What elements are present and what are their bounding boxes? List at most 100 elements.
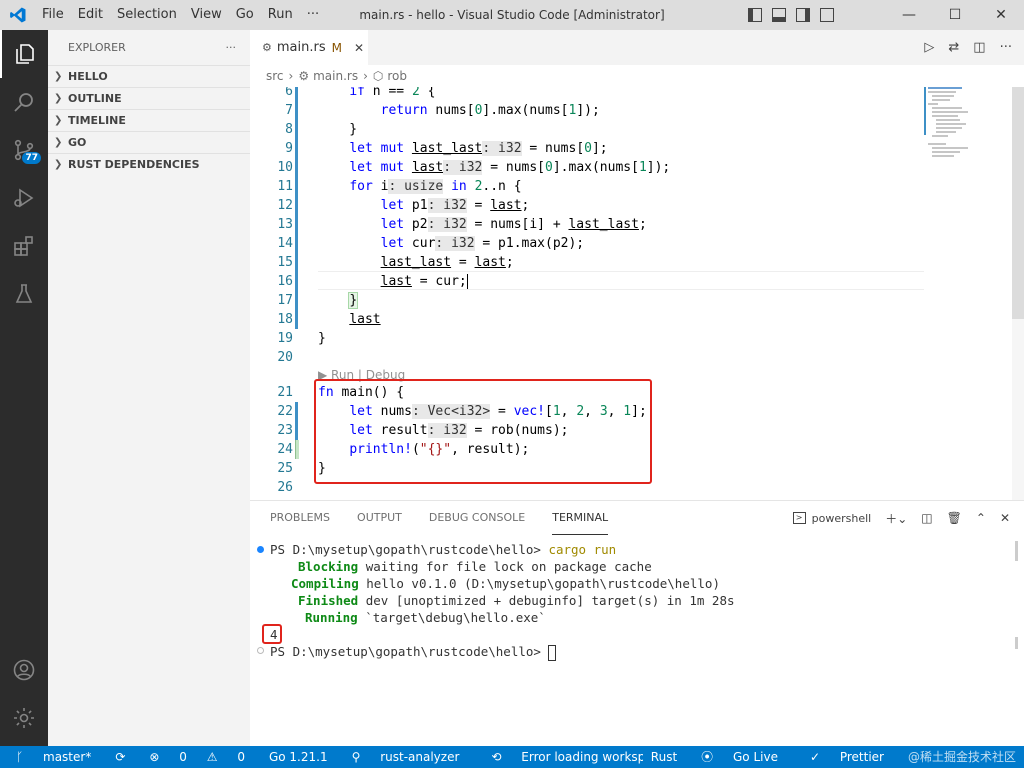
gutter-modified — [293, 215, 300, 234]
menu-edit[interactable]: Edit — [71, 0, 110, 30]
gutter — [293, 383, 300, 402]
more-actions-icon[interactable]: ··· — [1000, 40, 1012, 55]
code-line: 6 if n == 2 { — [250, 87, 924, 101]
sync-icon[interactable]: ⟳ — [107, 746, 133, 768]
close-window-button[interactable]: ✕ — [978, 0, 1024, 30]
go-live-button[interactable]: ⦿ Go Live — [685, 746, 794, 768]
code-line: 14 let cur: i32 = p1.max(p2); — [250, 234, 924, 253]
line-number: 7 — [285, 103, 293, 118]
line-number: 16 — [277, 274, 293, 289]
line-number: 25 — [277, 461, 293, 476]
settings-gear-icon[interactable] — [0, 694, 48, 742]
section-outline[interactable]: ❯ OUTLINE — [48, 87, 250, 109]
rust-analyzer-status[interactable]: ⚲ rust-analyzer — [336, 746, 476, 768]
status-bar: ᚴ master* ⟳ ⊗ 0 ⚠ 0 Go 1.21.1 ⚲ rust-ana… — [0, 746, 1024, 768]
section-timeline[interactable]: ❯ TIMELINE — [48, 109, 250, 131]
code-editor[interactable]: 6 if n == 2 { 7 return nums[0].max(nums[… — [250, 87, 924, 500]
rust-file-icon: ⚙ — [262, 41, 272, 54]
section-hello[interactable]: ❯ HELLO — [48, 65, 250, 87]
line-number: 8 — [285, 122, 293, 137]
gutter — [293, 478, 300, 497]
run-icon[interactable]: ▷ — [924, 40, 934, 55]
code-text: } — [318, 331, 326, 346]
terminal-line: Compiling hello v0.1.0 (D:\mysetup\gopat… — [291, 576, 720, 591]
breadcrumb-file[interactable]: main.rs — [313, 69, 358, 83]
menu-view[interactable]: View — [184, 0, 229, 30]
gutter-modified — [293, 402, 300, 421]
terminal-selector[interactable]: > powershell — [792, 512, 871, 525]
tab-terminal[interactable]: TERMINAL — [552, 502, 609, 535]
explorer-sidebar: EXPLORER ··· ❯ HELLO ❯ OUTLINE ❯ TIMELINE ❯… — [48, 30, 250, 746]
source-control-icon[interactable]: 77 — [0, 126, 48, 174]
menu-more[interactable]: ··· — [300, 0, 326, 30]
toggle-panel-icon[interactable] — [772, 8, 786, 22]
branch-indicator[interactable]: ᚴ master* — [0, 746, 107, 768]
go-version[interactable]: Go 1.21.1 — [261, 746, 336, 768]
menu-run[interactable]: Run — [261, 0, 300, 30]
line-number: 21 — [277, 385, 293, 400]
minimap[interactable] — [924, 87, 1014, 500]
gutter-modified — [293, 101, 300, 120]
symbol-icon: ⬡ — [372, 69, 384, 83]
command-success-icon — [257, 546, 264, 553]
code-text: last — [349, 312, 381, 327]
explorer-icon[interactable] — [0, 30, 48, 78]
chevron-right-icon: › — [363, 69, 368, 83]
code-line: 10 let mut last: i32 = nums[0].max(nums[… — [250, 158, 924, 177]
code-line: 17 } — [250, 291, 924, 310]
menu-go[interactable]: Go — [229, 0, 261, 30]
close-tab-icon[interactable]: ✕ — [354, 41, 364, 55]
section-label: GO — [68, 136, 87, 149]
terminal-output[interactable]: PS D:\mysetup\gopath\rustcode\hello> car… — [250, 541, 1024, 741]
prettier-status[interactable]: ✓ Prettier — [793, 746, 900, 768]
sidebar-more-button[interactable]: ··· — [226, 41, 237, 54]
search-icon[interactable] — [0, 78, 48, 126]
editor-scrollbar[interactable] — [1012, 87, 1024, 500]
terminal-line: PS D:\mysetup\gopath\rustcode\hello> car… — [270, 542, 617, 557]
toggle-sidebar-icon[interactable] — [748, 8, 762, 22]
tab-debug-console[interactable]: DEBUG CONSOLE — [429, 501, 525, 535]
compare-changes-icon[interactable]: ⇄ — [948, 40, 959, 55]
maximize-panel-icon[interactable]: ⌃ — [976, 511, 986, 525]
line-number: 18 — [277, 312, 293, 327]
gutter-modified — [293, 177, 300, 196]
problems-indicator[interactable]: ⊗ 0 ⚠ 0 — [133, 746, 261, 768]
split-editor-icon[interactable]: ◫ — [973, 40, 985, 55]
terminal-line: Finished dev [unoptimized + debuginfo] t… — [298, 593, 735, 608]
language-mode[interactable]: Rust — [642, 746, 686, 768]
extensions-icon[interactable] — [0, 222, 48, 270]
section-label: RUST DEPENDENCIES — [68, 158, 200, 171]
section-rust-dependencies[interactable]: ❯ RUST DEPENDENCIES — [48, 153, 250, 175]
run-debug-icon[interactable] — [0, 174, 48, 222]
toggle-secondary-sidebar-icon[interactable] — [796, 8, 810, 22]
breadcrumb: src › ⚙ main.rs › ⬡ rob — [250, 65, 1024, 87]
menu-file[interactable]: File — [35, 0, 71, 30]
minimize-button[interactable]: — — [886, 0, 932, 30]
line-number: 19 — [277, 331, 293, 346]
vscode-logo-icon — [0, 0, 35, 30]
new-terminal-icon[interactable]: ＋⌄ — [885, 510, 907, 527]
split-terminal-icon[interactable]: ◫ — [921, 511, 932, 525]
breadcrumb-symbol[interactable]: rob — [387, 69, 407, 83]
section-go[interactable]: ❯ GO — [48, 131, 250, 153]
panel-actions: > powershell ＋⌄ ◫ 🗑 ⌃ ✕ — [792, 501, 1010, 535]
gutter — [293, 348, 300, 367]
section-label: TIMELINE — [68, 114, 126, 127]
customize-layout-icon[interactable] — [820, 8, 834, 22]
menu-selection[interactable]: Selection — [110, 0, 184, 30]
testing-icon[interactable] — [0, 270, 48, 318]
accounts-icon[interactable] — [0, 646, 48, 694]
gutter-modified — [293, 291, 300, 310]
close-panel-icon[interactable]: ✕ — [1000, 511, 1010, 525]
section-label: HELLO — [68, 70, 108, 83]
tab-main-rs[interactable]: ⚙ main.rs M ✕ — [250, 30, 368, 65]
kill-terminal-icon[interactable]: 🗑 — [947, 511, 962, 525]
scrollbar-thumb[interactable] — [1012, 87, 1024, 319]
tab-problems[interactable]: PROBLEMS — [270, 501, 330, 535]
window-controls: — ☐ ✕ — [886, 0, 1024, 30]
tab-output[interactable]: OUTPUT — [357, 501, 402, 535]
code-text: let mut last: i32 = nums[0].max(nums[1])… — [349, 160, 671, 175]
breadcrumb-folder[interactable]: src — [266, 69, 284, 83]
maximize-button[interactable]: ☐ — [932, 0, 978, 30]
gutter-added — [293, 440, 300, 459]
